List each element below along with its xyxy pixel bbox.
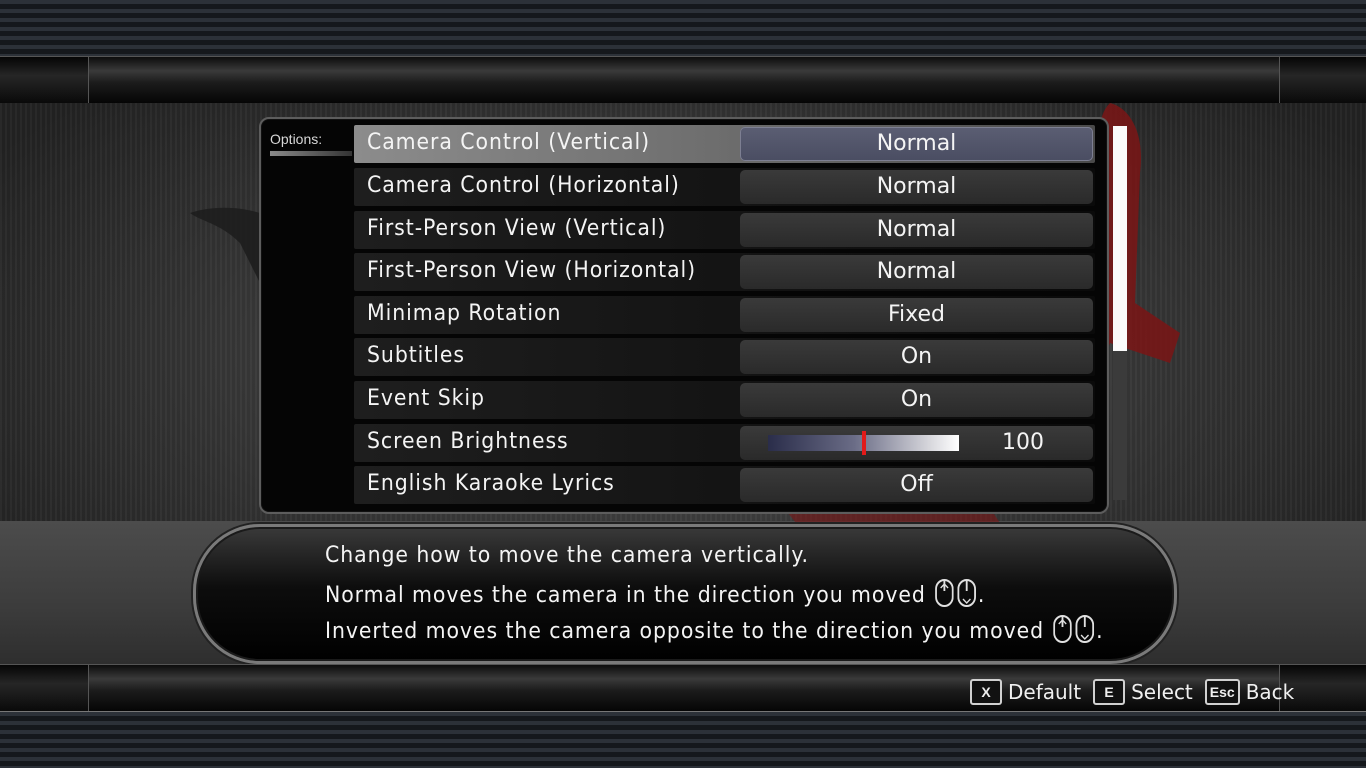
option-value[interactable]: Normal — [740, 213, 1093, 247]
scrollbar-thumb[interactable] — [1113, 126, 1127, 351]
controls-bar: X Default E Select Esc Back — [970, 677, 1300, 707]
mouse-down-icon — [957, 579, 977, 613]
description-text: Normal moves the camera in the direction… — [325, 583, 926, 608]
option-label: Screen Brightness — [367, 429, 569, 454]
options-scrollbar[interactable] — [1113, 126, 1127, 500]
default-button[interactable]: Default — [1008, 680, 1081, 704]
back-button[interactable]: Back — [1246, 680, 1295, 704]
option-row-subtitles[interactable]: Subtitles On — [354, 338, 1095, 376]
option-row-screen-brightness[interactable]: Screen Brightness 100 — [354, 424, 1095, 462]
mouse-up-icon — [935, 579, 954, 613]
brightness-slider-marker[interactable] — [861, 431, 866, 455]
bottom-stripe-bar — [0, 712, 1366, 768]
rail-cap-right — [1279, 57, 1366, 103]
option-value[interactable]: Fixed — [740, 298, 1093, 332]
option-row-fpv-vertical[interactable]: First-Person View (Vertical) Normal — [354, 211, 1095, 249]
option-label: Event Skip — [367, 386, 485, 411]
option-row-minimap-rotation[interactable]: Minimap Rotation Fixed — [354, 296, 1095, 334]
key-e-icon: E — [1093, 679, 1126, 705]
mouse-down-icon — [1075, 615, 1095, 649]
option-row-camera-horizontal[interactable]: Camera Control (Horizontal) Normal — [354, 168, 1095, 206]
option-label: English Karaoke Lyrics — [367, 471, 615, 496]
option-label: Camera Control (Horizontal) — [367, 173, 680, 198]
description-period: . — [977, 583, 986, 608]
option-label: First-Person View (Vertical) — [367, 216, 667, 241]
rail-cap-left — [0, 57, 89, 103]
option-value[interactable]: Normal — [740, 127, 1093, 161]
description-text: Inverted moves the camera opposite to th… — [325, 619, 1045, 644]
select-button[interactable]: Select — [1131, 680, 1193, 704]
option-value[interactable]: On — [740, 383, 1093, 417]
description-line-3: Inverted moves the camera opposite to th… — [325, 615, 1104, 649]
rail-cap-left — [0, 665, 89, 711]
description-line-1: Change how to move the camera vertically… — [325, 543, 809, 568]
option-row-camera-vertical[interactable]: Camera Control (Vertical) Normal — [354, 125, 1095, 163]
brightness-value: 100 — [1002, 430, 1044, 455]
key-esc-icon: Esc — [1204, 679, 1240, 705]
description-line-2: Normal moves the camera in the direction… — [325, 579, 985, 613]
option-row-karaoke-lyrics[interactable]: English Karaoke Lyrics Off — [354, 466, 1095, 504]
brightness-slider[interactable]: 100 — [740, 426, 1093, 460]
option-label: Subtitles — [367, 343, 465, 368]
option-value[interactable]: Off — [740, 468, 1093, 502]
option-row-fpv-horizontal[interactable]: First-Person View (Horizontal) Normal — [354, 253, 1095, 291]
option-value[interactable]: Normal — [740, 255, 1093, 289]
top-stripe-bar — [0, 0, 1366, 58]
key-x-icon: X — [970, 679, 1002, 705]
options-tab-label: Options: — [270, 131, 353, 156]
option-value[interactable]: Normal — [740, 170, 1093, 204]
option-label: Minimap Rotation — [367, 301, 562, 326]
mouse-up-icon — [1053, 615, 1072, 649]
description-period: . — [1096, 619, 1104, 644]
option-label: Camera Control (Vertical) — [367, 130, 651, 155]
option-row-event-skip[interactable]: Event Skip On — [354, 381, 1095, 419]
option-label: First-Person View (Horizontal) — [367, 258, 697, 283]
top-rail — [0, 56, 1366, 104]
option-value[interactable]: On — [740, 340, 1093, 374]
